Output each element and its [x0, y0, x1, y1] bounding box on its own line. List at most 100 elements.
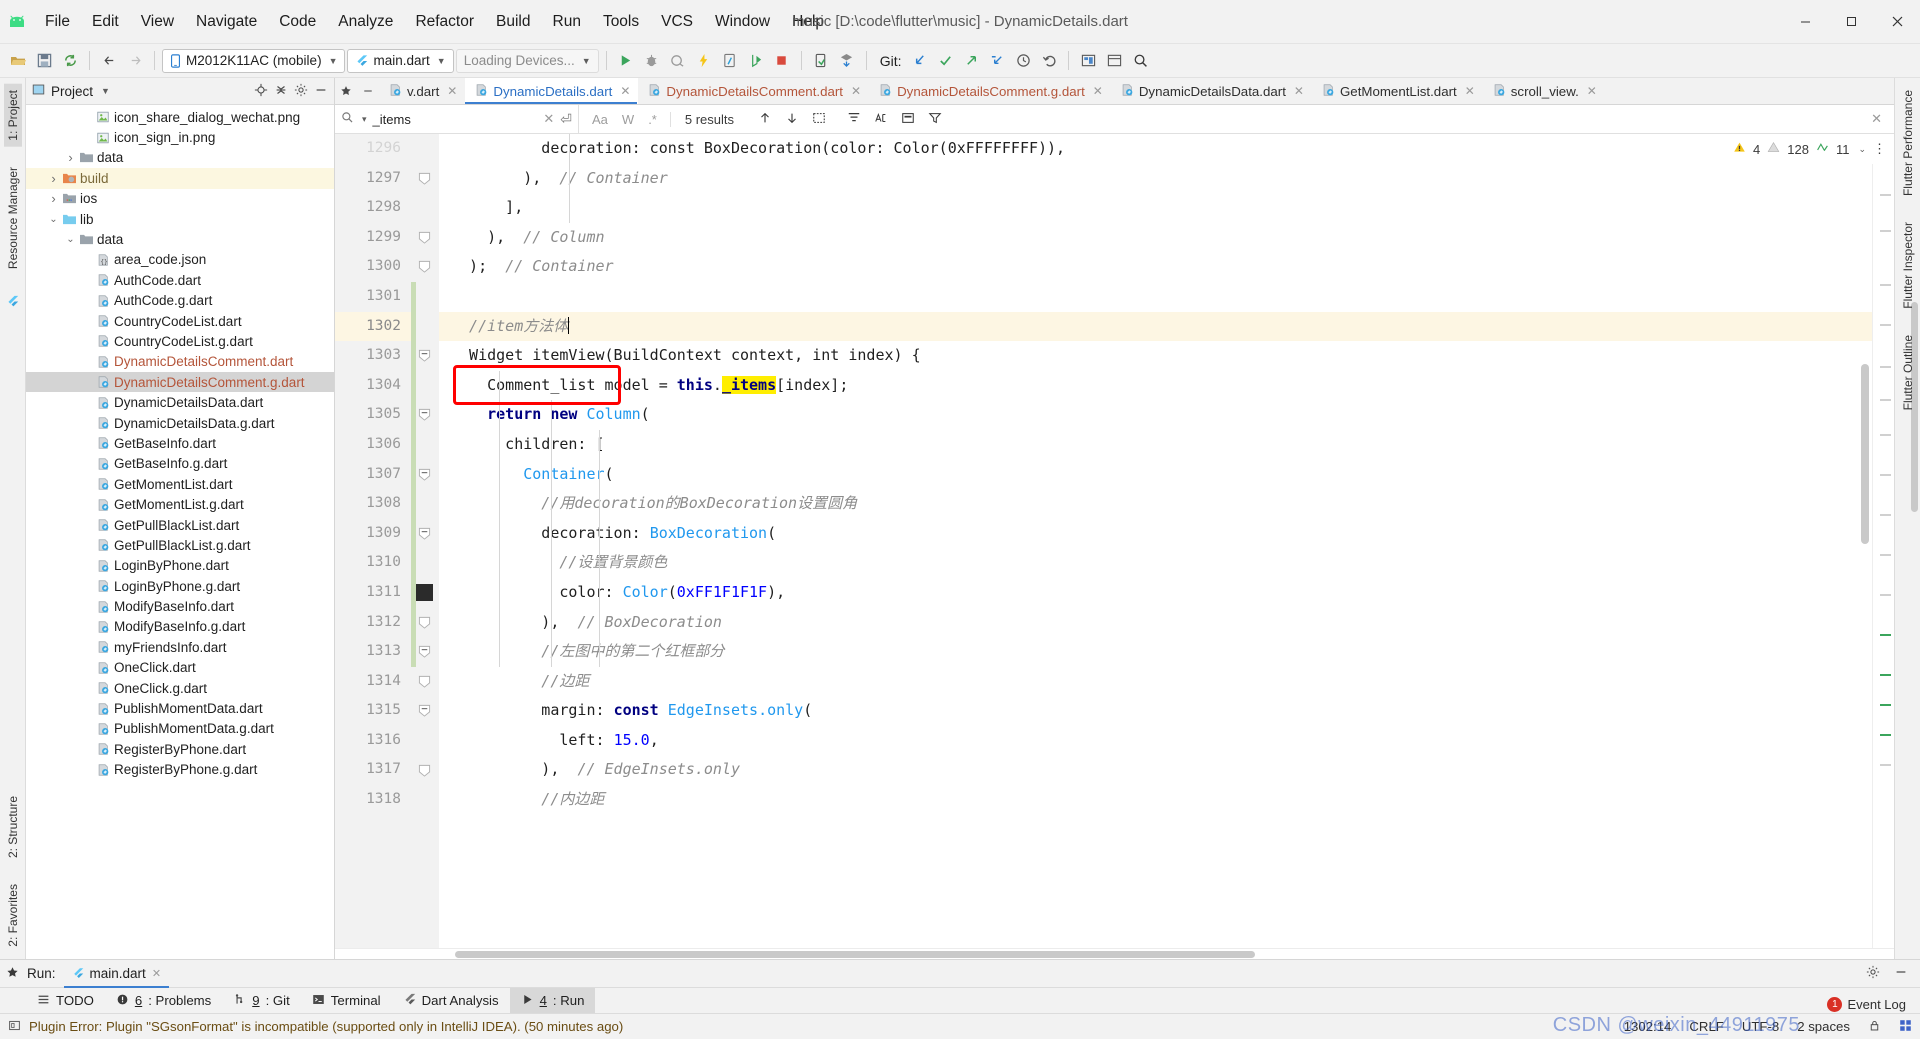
code-line[interactable]: margin: const EdgeInsets.only( — [439, 696, 1872, 726]
line-number[interactable]: 1318 — [335, 785, 411, 815]
devices-loading-selector[interactable]: Loading Devices... ▼ — [455, 48, 599, 73]
caret-position[interactable]: 1302:14 — [1624, 1019, 1672, 1034]
fold-collapse-icon[interactable] — [418, 527, 431, 540]
arrow-up-icon[interactable] — [758, 111, 772, 128]
code-editor[interactable]: 1296 1297 1298 1299 1300 1301 1302 1303 1304 1305… — [335, 134, 1894, 948]
open-device-file-explorer-icon[interactable] — [718, 49, 742, 73]
fold-collapse-icon[interactable] — [418, 704, 431, 718]
editor-tab-strip[interactable]: v.dart ✕ DynamicDetails.dart ✕ DynamicDetail… — [335, 78, 1894, 105]
more-icon[interactable]: ⋮ — [1873, 141, 1886, 157]
main-toolbar[interactable]: M2012K11AC (mobile) ▼ main.dart ▼ Loadin… — [0, 44, 1920, 78]
tool-window-button[interactable]: 4: Run — [509, 987, 596, 1014]
menu-analyze[interactable]: Analyze — [327, 10, 404, 34]
left-tool-rail[interactable]: 1: Project Resource Manager 2: Structure… — [0, 78, 26, 959]
menu-bar[interactable]: File Edit View Navigate Code Analyze Ref… — [34, 10, 835, 34]
code-content[interactable]: decoration: const BoxDecoration(color: C… — [439, 134, 1872, 948]
fold-collapse-icon[interactable] — [418, 468, 431, 481]
history-icon[interactable] — [1011, 49, 1035, 73]
arrow-down-icon[interactable] — [785, 111, 799, 128]
sidebar-item-flutter-inspector[interactable]: Flutter Inspector — [1899, 216, 1917, 315]
tree-item[interactable]: LoginByPhone.dart — [26, 556, 334, 576]
tree-item[interactable]: CountryCodeList.g.dart — [26, 331, 334, 351]
sync-icon[interactable] — [58, 49, 82, 73]
find-actions[interactable] — [748, 111, 952, 128]
git-update-icon[interactable] — [907, 49, 931, 73]
line-number[interactable]: 1303 — [335, 341, 411, 371]
tree-item[interactable]: LoginByPhone.g.dart — [26, 576, 334, 596]
tree-item[interactable]: ⌄ data — [26, 229, 334, 249]
line-number-gutter[interactable]: 1296 1297 1298 1299 1300 1301 1302 1303 1304 1305… — [335, 134, 411, 948]
error-marker-bar[interactable] — [1861, 134, 1894, 948]
tree-item[interactable]: {} area_code.json — [26, 250, 334, 270]
in-selection-icon[interactable] — [901, 111, 915, 128]
close-tab-icon[interactable]: ✕ — [1294, 84, 1304, 98]
code-line[interactable]: //边距 — [439, 667, 1872, 697]
editor-tab[interactable]: DynamicDetailsComment.g.dart ✕ — [869, 78, 1111, 104]
code-line[interactable]: //item方法体 — [439, 311, 1872, 342]
line-number[interactable]: 1304 — [335, 371, 411, 401]
bookmark-marker[interactable] — [416, 584, 433, 601]
inspection-marker[interactable] — [1880, 474, 1891, 476]
find-bar[interactable]: ▾ _items ✕ ⏎ Aa W .* 5 results ✕ — [335, 104, 1894, 134]
tree-item[interactable]: DynamicDetailsData.g.dart — [26, 413, 334, 433]
funnel-icon[interactable] — [928, 111, 942, 128]
tree-item[interactable]: OneClick.dart — [26, 658, 334, 678]
code-line[interactable]: children: [ — [439, 430, 1872, 460]
hot-reload-icon[interactable] — [692, 49, 716, 73]
editor-tab[interactable]: v.dart ✕ — [379, 78, 465, 104]
line-separator[interactable]: CRLF — [1689, 1019, 1723, 1034]
tree-item[interactable]: AuthCode.g.dart — [26, 291, 334, 311]
code-line[interactable]: Widget itemView(BuildContext context, in… — [439, 341, 1872, 371]
menu-run[interactable]: Run — [542, 10, 592, 34]
inspection-marker[interactable] — [1880, 434, 1891, 436]
revert-icon[interactable] — [1037, 49, 1061, 73]
code-line[interactable]: ], — [439, 193, 1872, 223]
inspection-summary[interactable]: 4 128 11 ⌄ ⋮ — [1725, 134, 1894, 164]
menu-navigate[interactable]: Navigate — [185, 10, 268, 34]
code-line[interactable]: color: Color(0xFF1F1F1F), — [439, 578, 1872, 608]
menu-build[interactable]: Build — [485, 10, 541, 34]
code-line[interactable]: //内边距 — [439, 785, 1872, 815]
inspection-marker[interactable] — [1880, 284, 1891, 286]
inspection-marker[interactable] — [1880, 734, 1891, 736]
tree-item[interactable]: GetBaseInfo.dart — [26, 433, 334, 453]
line-number[interactable]: 1298 — [335, 193, 411, 223]
line-number[interactable]: 1296 — [335, 134, 411, 164]
tree-item[interactable]: RegisterByPhone.dart — [26, 739, 334, 759]
favorites-star-icon[interactable] — [6, 966, 19, 982]
tree-item[interactable]: GetMomentList.g.dart — [26, 494, 334, 514]
code-line[interactable]: decoration: BoxDecoration( — [439, 519, 1872, 549]
close-tab-icon[interactable]: ✕ — [1587, 84, 1597, 98]
inspection-marker[interactable] — [1880, 324, 1891, 326]
chevron-down-icon[interactable]: ⌄ — [47, 214, 60, 225]
run-flutter-icon[interactable] — [744, 49, 768, 73]
tree-item[interactable]: › build — [26, 168, 334, 189]
menu-window[interactable]: Window — [704, 10, 781, 34]
menu-refactor[interactable]: Refactor — [404, 10, 485, 34]
forward-icon[interactable] — [123, 49, 147, 73]
tree-item[interactable]: icon_share_dialog_wechat.png — [26, 107, 334, 127]
fold-end-icon[interactable] — [418, 764, 431, 777]
select-all-icon[interactable] — [812, 111, 826, 128]
tool-window-bar[interactable]: TODO 6: Problems 9: Git Terminal Dart Analys… — [0, 987, 1920, 1014]
menu-file[interactable]: File — [34, 10, 81, 34]
sidebar-item-structure[interactable]: 2: Structure — [4, 790, 22, 864]
tree-item[interactable]: RegisterByPhone.g.dart — [26, 760, 334, 780]
line-number[interactable]: 1316 — [335, 726, 411, 756]
file-encoding[interactable]: UTF-8 — [1742, 1019, 1779, 1034]
sidebar-item-project[interactable]: 1: Project — [3, 84, 22, 147]
run-tab-main-dart[interactable]: main.dart ✕ — [63, 960, 170, 988]
git-branch-icon[interactable] — [985, 49, 1009, 73]
menu-code[interactable]: Code — [268, 10, 327, 34]
gear-icon[interactable] — [1866, 965, 1880, 982]
inspection-marker[interactable] — [1880, 194, 1891, 196]
vcs-change-marker[interactable] — [411, 282, 416, 667]
fold-end-icon[interactable] — [418, 260, 431, 274]
editor-tab[interactable]: DynamicDetails.dart ✕ — [465, 78, 639, 104]
fold-collapse-icon[interactable] — [418, 408, 431, 422]
close-icon[interactable]: ✕ — [152, 967, 161, 980]
run-tool-window-header[interactable]: Run: main.dart ✕ — [0, 959, 1920, 988]
line-number[interactable]: 1311 — [335, 578, 411, 608]
line-number[interactable]: 1300 — [335, 252, 411, 282]
line-number[interactable]: 1306 — [335, 430, 411, 460]
